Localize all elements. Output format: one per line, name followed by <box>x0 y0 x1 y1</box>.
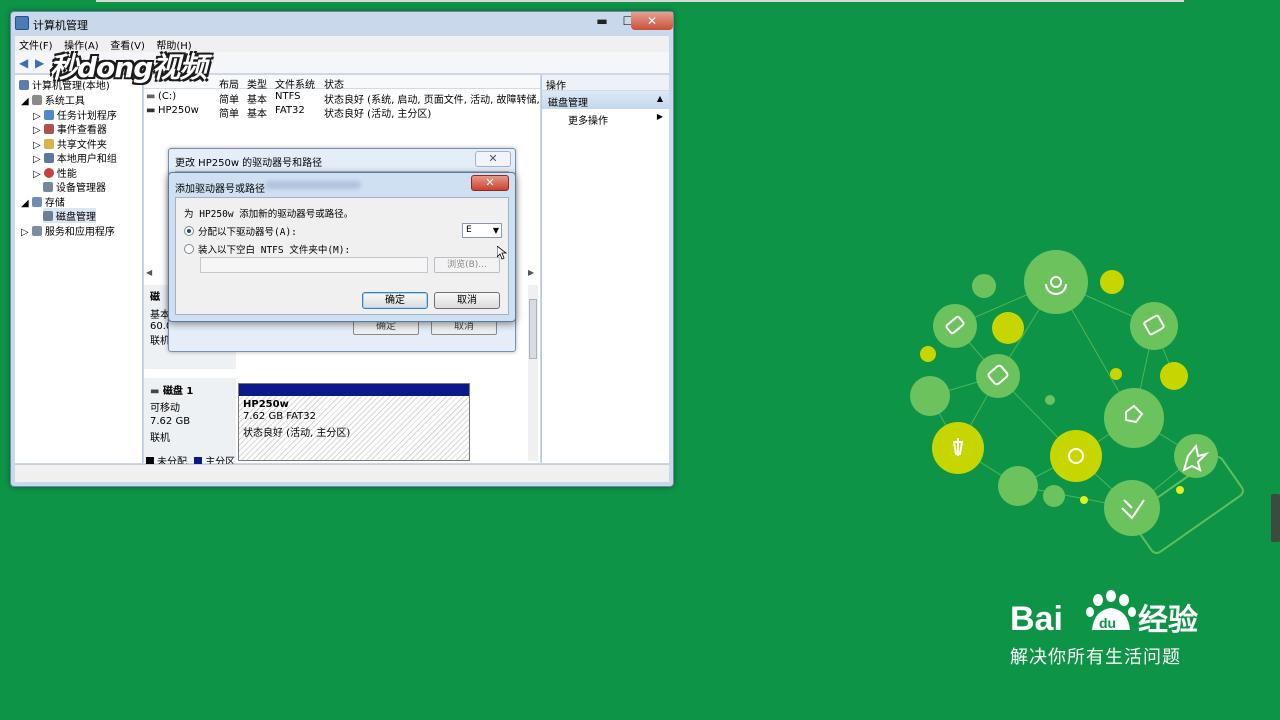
assign-letter-radio[interactable] <box>184 226 194 236</box>
close-button[interactable]: ✕ <box>631 12 673 30</box>
vertical-scrollbar[interactable] <box>528 285 538 461</box>
dialog-title: 添加驱动器号或路径 <box>175 184 265 195</box>
cancel-button[interactable]: 取消 <box>434 292 500 309</box>
disk-icon <box>43 211 53 221</box>
mouse-cursor-icon <box>497 246 507 260</box>
tree-item-task-scheduler[interactable]: ▷ 任务计划程序 <box>33 107 117 122</box>
primary-partition-bar <box>239 384 469 396</box>
blurred-title-text <box>265 181 361 189</box>
navigation-tree: 计算机管理(本地) ◢ 系统工具 ▷ 任务计划程序 ▷ 事件查看器 ▷ 共享文件… <box>15 75 143 463</box>
tools-icon <box>31 95 42 105</box>
edge-scroll-handle[interactable] <box>1271 494 1280 542</box>
scroll-right-icon[interactable]: ▶ <box>528 268 534 277</box>
collapse-icon[interactable]: ▲ <box>657 94 663 103</box>
drive-icon: ▬ <box>146 91 156 102</box>
partition-hp250w[interactable]: HP250w 7.62 GB FAT32 状态良好 (活动, 主分区) <box>238 383 470 461</box>
assign-letter-option[interactable]: 分配以下驱动器号(A): <box>184 224 297 238</box>
disk1-label: ▬ 磁盘 1 <box>150 386 194 397</box>
disk1-info[interactable]: ▬ 磁盘 1 可移动 7.62 GB 联机 <box>144 378 236 462</box>
computer-management-icon <box>15 16 29 30</box>
tree-item-device-manager[interactable]: 设备管理器 <box>43 179 106 194</box>
col-layout[interactable]: 布局 <box>219 76 239 91</box>
tree-item-disk-management[interactable]: 磁盘管理 <box>43 208 96 223</box>
services-icon <box>31 226 42 236</box>
storage-icon <box>31 197 42 207</box>
tree-item-storage[interactable]: ◢ 存储 <box>21 194 65 209</box>
tree-item-local-users[interactable]: ▷ 本地用户和组 <box>33 150 117 165</box>
drive-icon: ▬ <box>146 105 156 116</box>
folder-path-input[interactable] <box>200 257 428 273</box>
dialog-back-title: 更改 HP250w 的驱动器号和路径 <box>175 158 323 169</box>
brand-tagline: 解决你所有生活问题 <box>1010 647 1181 668</box>
scrollbar-thumb[interactable] <box>529 299 537 359</box>
tree-item-system-tools[interactable]: ◢ 系统工具 <box>21 92 85 107</box>
mount-folder-option[interactable]: 装入以下空白 NTFS 文件夹中(M): <box>184 242 350 256</box>
computer-icon <box>19 80 29 90</box>
svg-text:du: du <box>1099 615 1116 631</box>
watermark-logo: 秒dong视频 <box>50 51 207 84</box>
submenu-arrow-icon: ▶ <box>656 112 663 121</box>
add-drive-letter-dialog: 添加驱动器号或路径 ✕ 为 HP250w 添加新的驱动器号或路径。 分配以下驱动… <box>168 172 516 322</box>
window-title: 计算机管理 <box>33 19 88 32</box>
decorative-network-illustration <box>910 250 1244 555</box>
clock-icon <box>43 110 54 120</box>
actions-pane: 操作 磁盘管理 ▲ 更多操作 ▶ <box>541 75 669 463</box>
dialog-body: 为 HP250w 添加新的驱动器号或路径。 分配以下驱动器号(A): E ▼ 装入… <box>175 197 509 315</box>
col-type[interactable]: 类型 <box>247 76 267 91</box>
ok-button[interactable]: 确定 <box>362 292 428 309</box>
removable-disk-icon: ▬ <box>150 386 163 397</box>
status-bar <box>15 464 669 482</box>
tree-item-performance[interactable]: ▷ 性能 <box>33 165 77 180</box>
browse-button[interactable]: 浏览(B)... <box>434 257 500 273</box>
col-filesystem[interactable]: 文件系统 <box>275 76 315 91</box>
users-icon <box>43 153 54 163</box>
action-disk-management[interactable]: 磁盘管理 ▲ <box>542 91 669 109</box>
event-viewer-icon <box>43 124 54 134</box>
dialog-back-close-button[interactable]: ✕ <box>475 151 511 167</box>
col-status[interactable]: 状态 <box>324 76 344 91</box>
baidu-jingyan-brand: Bai du 经验 解决你所有生活问题 <box>1010 590 1210 669</box>
minimize-button[interactable]: ▬ <box>589 12 615 30</box>
tree-item-event-viewer[interactable]: ▷ 事件查看器 <box>33 121 107 136</box>
top-edge-bar <box>96 0 1184 2</box>
dropdown-arrow-icon: ▼ <box>492 226 499 235</box>
svg-text:经验: 经验 <box>1138 603 1198 634</box>
actions-header: 操作 <box>542 75 669 92</box>
baidu-logo: Bai du 经验 <box>1010 590 1198 638</box>
svg-text:Bai: Bai <box>1010 600 1063 634</box>
forward-arrow-icon[interactable]: ▶ <box>35 56 49 70</box>
mount-folder-radio[interactable] <box>184 244 194 254</box>
tree-item-shared-folders[interactable]: ▷ 共享文件夹 <box>33 136 107 151</box>
window-titlebar[interactable]: 计算机管理 ▬ ☐ ✕ <box>11 12 673 36</box>
scroll-left-icon[interactable]: ◀ <box>146 268 152 277</box>
tree-item-services-apps[interactable]: ▷ 服务和应用程序 <box>21 223 115 238</box>
back-arrow-icon[interactable]: ◀ <box>19 56 33 70</box>
device-manager-icon <box>43 182 53 192</box>
action-more[interactable]: 更多操作 ▶ <box>542 109 669 130</box>
dialog-close-button[interactable]: ✕ <box>471 175 509 191</box>
dialog-prompt: 为 HP250w 添加新的驱动器号或路径。 <box>184 209 354 220</box>
shared-folder-icon <box>43 139 54 149</box>
performance-icon <box>43 168 54 178</box>
drive-letter-select[interactable]: E ▼ <box>462 223 502 238</box>
